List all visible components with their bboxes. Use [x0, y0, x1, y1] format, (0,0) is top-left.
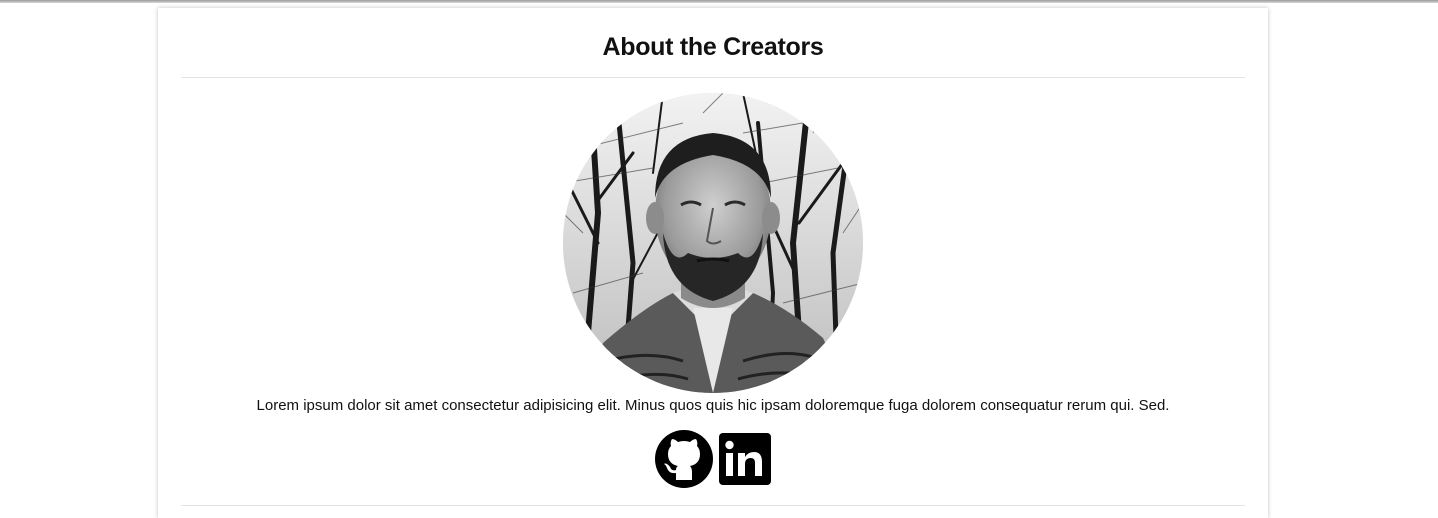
- creator-bio: Lorem ipsum dolor sit amet consectetur a…: [256, 397, 1170, 414]
- linkedin-icon: [719, 433, 771, 485]
- section-title: About the Creators: [602, 33, 824, 61]
- linkedin-link[interactable]: [716, 430, 774, 488]
- divider: [181, 77, 1245, 78]
- browser-top-edge: [0, 0, 1438, 3]
- social-links: [655, 430, 774, 488]
- creator-portrait: [563, 93, 863, 393]
- github-link[interactable]: [655, 430, 713, 488]
- about-card: About the Creators Lorem ipsum dolor sit…: [158, 8, 1268, 518]
- github-icon: [655, 430, 713, 488]
- divider: [181, 505, 1245, 506]
- portrait-image: [563, 93, 863, 393]
